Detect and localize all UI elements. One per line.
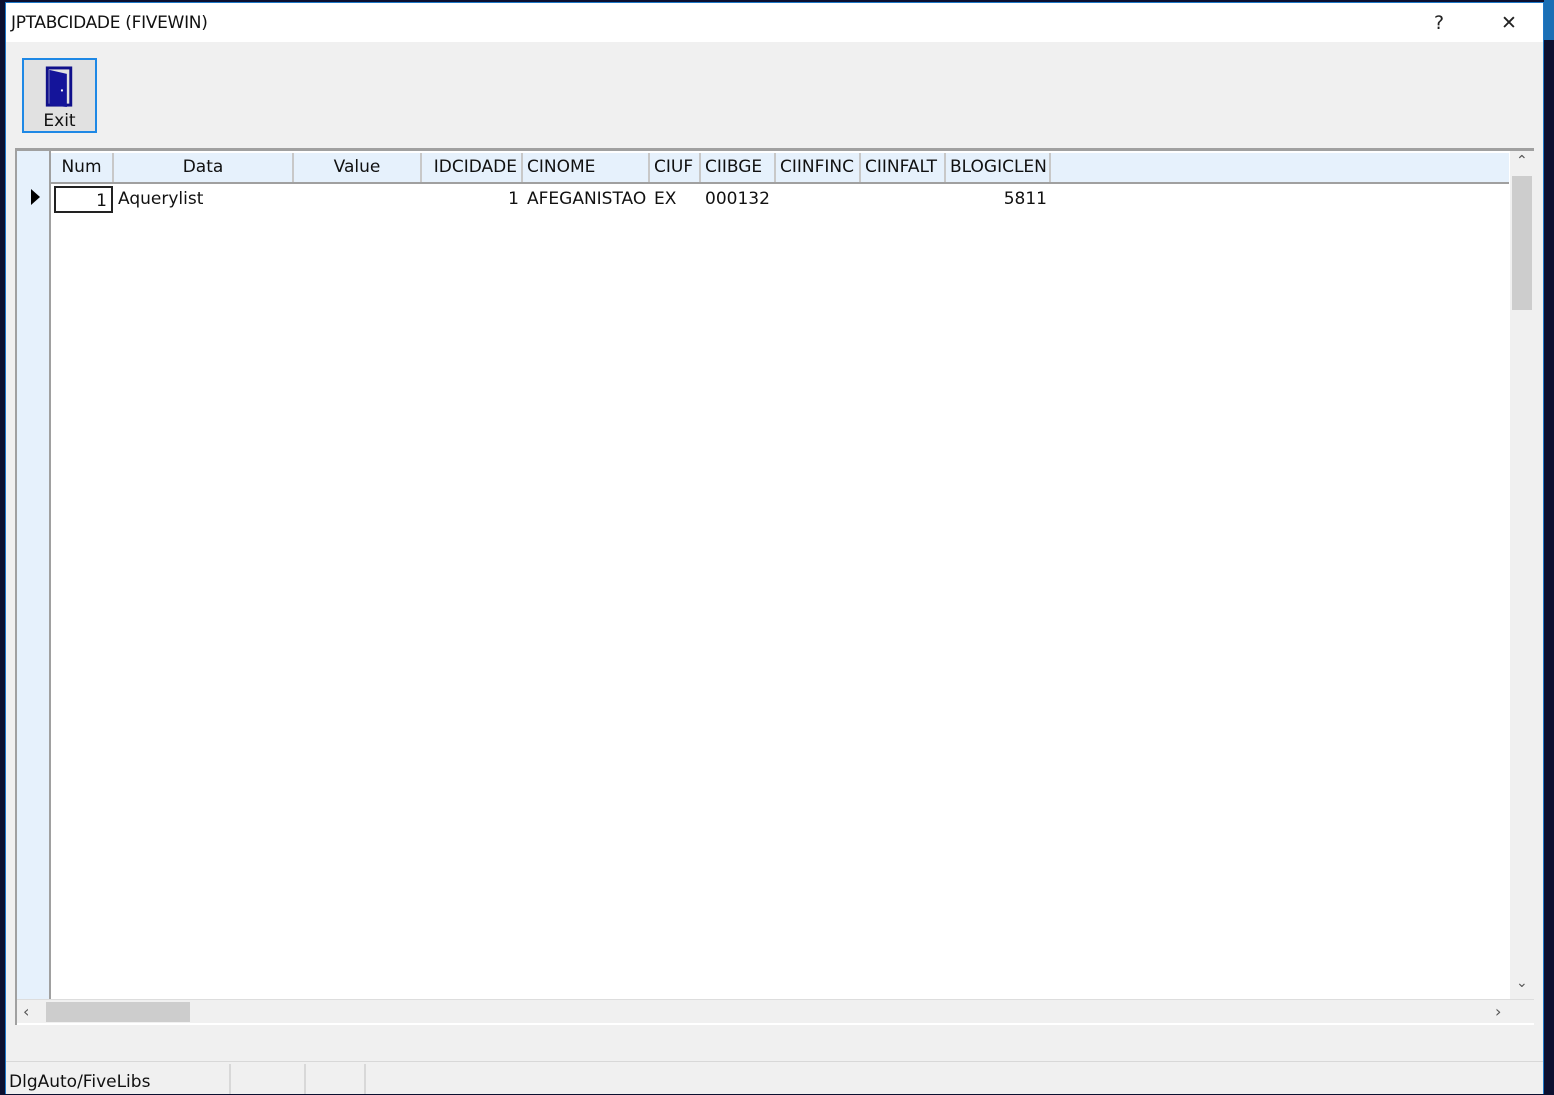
cell-ciibge[interactable]: 000132: [701, 185, 776, 213]
column-header-num[interactable]: Num: [51, 153, 114, 182]
column-header-ciinfinc[interactable]: CIINFINC: [776, 153, 861, 182]
column-header-blogiclen[interactable]: BLOGICLEN: [946, 153, 1051, 182]
column-header-ciinfalt[interactable]: CIINFALT: [861, 153, 946, 182]
column-header-data[interactable]: Data: [114, 153, 294, 182]
cell-cinome[interactable]: AFEGANISTAO: [523, 185, 650, 213]
exit-label: Exit: [43, 111, 76, 131]
desktop-background: [1544, 0, 1554, 40]
cell-ciinfinc[interactable]: [776, 185, 861, 213]
cell-blogiclen[interactable]: 5811: [946, 185, 1051, 213]
door-icon: [45, 66, 72, 108]
column-header-ciuf[interactable]: CIUF: [650, 153, 701, 182]
status-panel-2: [231, 1064, 306, 1094]
horizontal-scrollbar[interactable]: ‹ ›: [17, 999, 1534, 1023]
data-browse-grid[interactable]: Num Data Value IDCIDADE CINOME CIUF CIIB…: [15, 148, 1534, 1025]
row-indicator-column: [17, 151, 51, 999]
grid-header: Num Data Value IDCIDADE CINOME CIUF CIIB…: [51, 153, 1509, 184]
status-bar: DlgAuto/FiveLibs: [6, 1061, 1543, 1095]
scroll-up-icon[interactable]: ⌃: [1516, 153, 1528, 169]
column-header-ciibge[interactable]: CIIBGE: [701, 153, 776, 182]
status-panel-3: [306, 1064, 366, 1094]
title-bar: JPTABCIDADE (FIVEWIN) ? ✕: [6, 3, 1543, 42]
column-header-value[interactable]: Value: [294, 153, 422, 182]
status-text: DlgAuto/FiveLibs: [6, 1064, 231, 1094]
horizontal-scroll-thumb[interactable]: [46, 1002, 190, 1022]
cell-ciinfalt[interactable]: [861, 185, 946, 213]
cell-value[interactable]: [294, 185, 422, 213]
close-button[interactable]: ✕: [1486, 7, 1532, 39]
dialog-window: JPTABCIDADE (FIVEWIN) ? ✕ Exit Num Data …: [5, 2, 1544, 1094]
column-header-cinome[interactable]: CINOME: [523, 153, 650, 182]
current-row-arrow-icon: [31, 189, 40, 205]
exit-button[interactable]: Exit: [22, 58, 97, 133]
scroll-left-icon[interactable]: ‹: [23, 1002, 29, 1021]
scroll-right-icon[interactable]: ›: [1495, 1002, 1501, 1021]
cell-data[interactable]: Aquerylist: [114, 185, 294, 213]
scroll-down-icon[interactable]: ⌄: [1516, 975, 1528, 991]
cell-num[interactable]: 1: [54, 186, 113, 213]
cell-ciuf[interactable]: EX: [650, 185, 701, 213]
vertical-scrollbar[interactable]: ⌃ ⌄: [1510, 151, 1534, 999]
help-button[interactable]: ?: [1416, 7, 1462, 39]
window-title: JPTABCIDADE (FIVEWIN): [11, 13, 208, 33]
cell-idcidade[interactable]: 1: [422, 185, 523, 213]
vertical-scroll-thumb[interactable]: [1512, 176, 1532, 310]
column-header-idcidade[interactable]: IDCIDADE: [422, 153, 523, 182]
